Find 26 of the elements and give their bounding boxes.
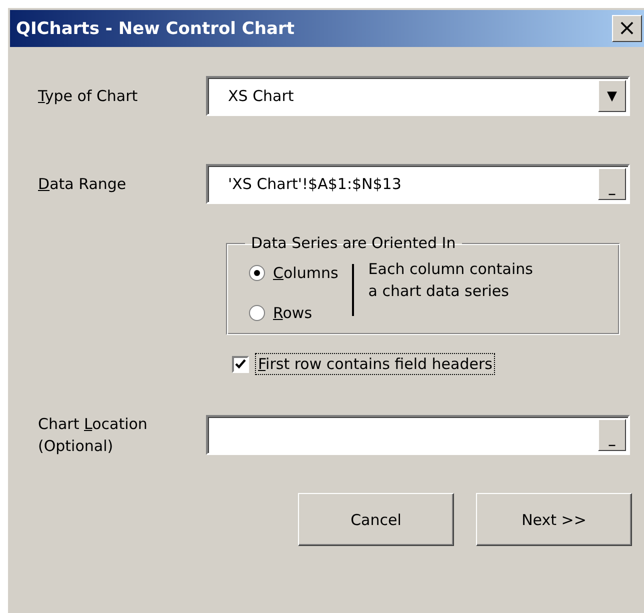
dialog-button[interactable]: Next >>	[476, 493, 632, 546]
help-text: Each column contains a chart data series	[368, 259, 534, 302]
field-label: Chart Location	[38, 414, 148, 435]
data-range-field[interactable]: 'XS Chart'!$A$1:$N$13 _	[206, 164, 630, 204]
window-title: QICharts - New Control Chart	[16, 18, 294, 38]
dropdown-value: XS Chart	[228, 87, 294, 105]
option-label: Columns	[273, 264, 338, 282]
group-title: Data Series are Oriented In	[250, 234, 457, 252]
dialog-button[interactable]: Cancel	[298, 493, 454, 546]
field-label: Type of Chart	[38, 87, 139, 105]
checkbox[interactable]	[232, 356, 249, 372]
range-picker-button[interactable]: _	[598, 419, 626, 451]
field-value: 'XS Chart'!$A$1:$N$13	[228, 175, 402, 193]
field-sublabel: (Optional)	[38, 436, 114, 457]
radio-option[interactable]: Columns	[249, 264, 338, 282]
chart-location-field[interactable]: _	[206, 415, 630, 455]
chart-type-dropdown[interactable]: XS Chart ▼	[206, 76, 630, 116]
checkbox-label[interactable]: First row contains field headers	[255, 353, 496, 375]
option-label: Rows	[273, 304, 312, 322]
radio-button[interactable]	[249, 265, 265, 281]
radio-option[interactable]: Rows	[249, 304, 338, 322]
radio-button[interactable]	[249, 305, 265, 321]
close-button[interactable]: ×	[612, 15, 642, 42]
range-picker-button[interactable]: _	[598, 168, 626, 200]
dropdown-button[interactable]: ▼	[598, 80, 626, 112]
field-label: Data Range	[38, 175, 128, 193]
